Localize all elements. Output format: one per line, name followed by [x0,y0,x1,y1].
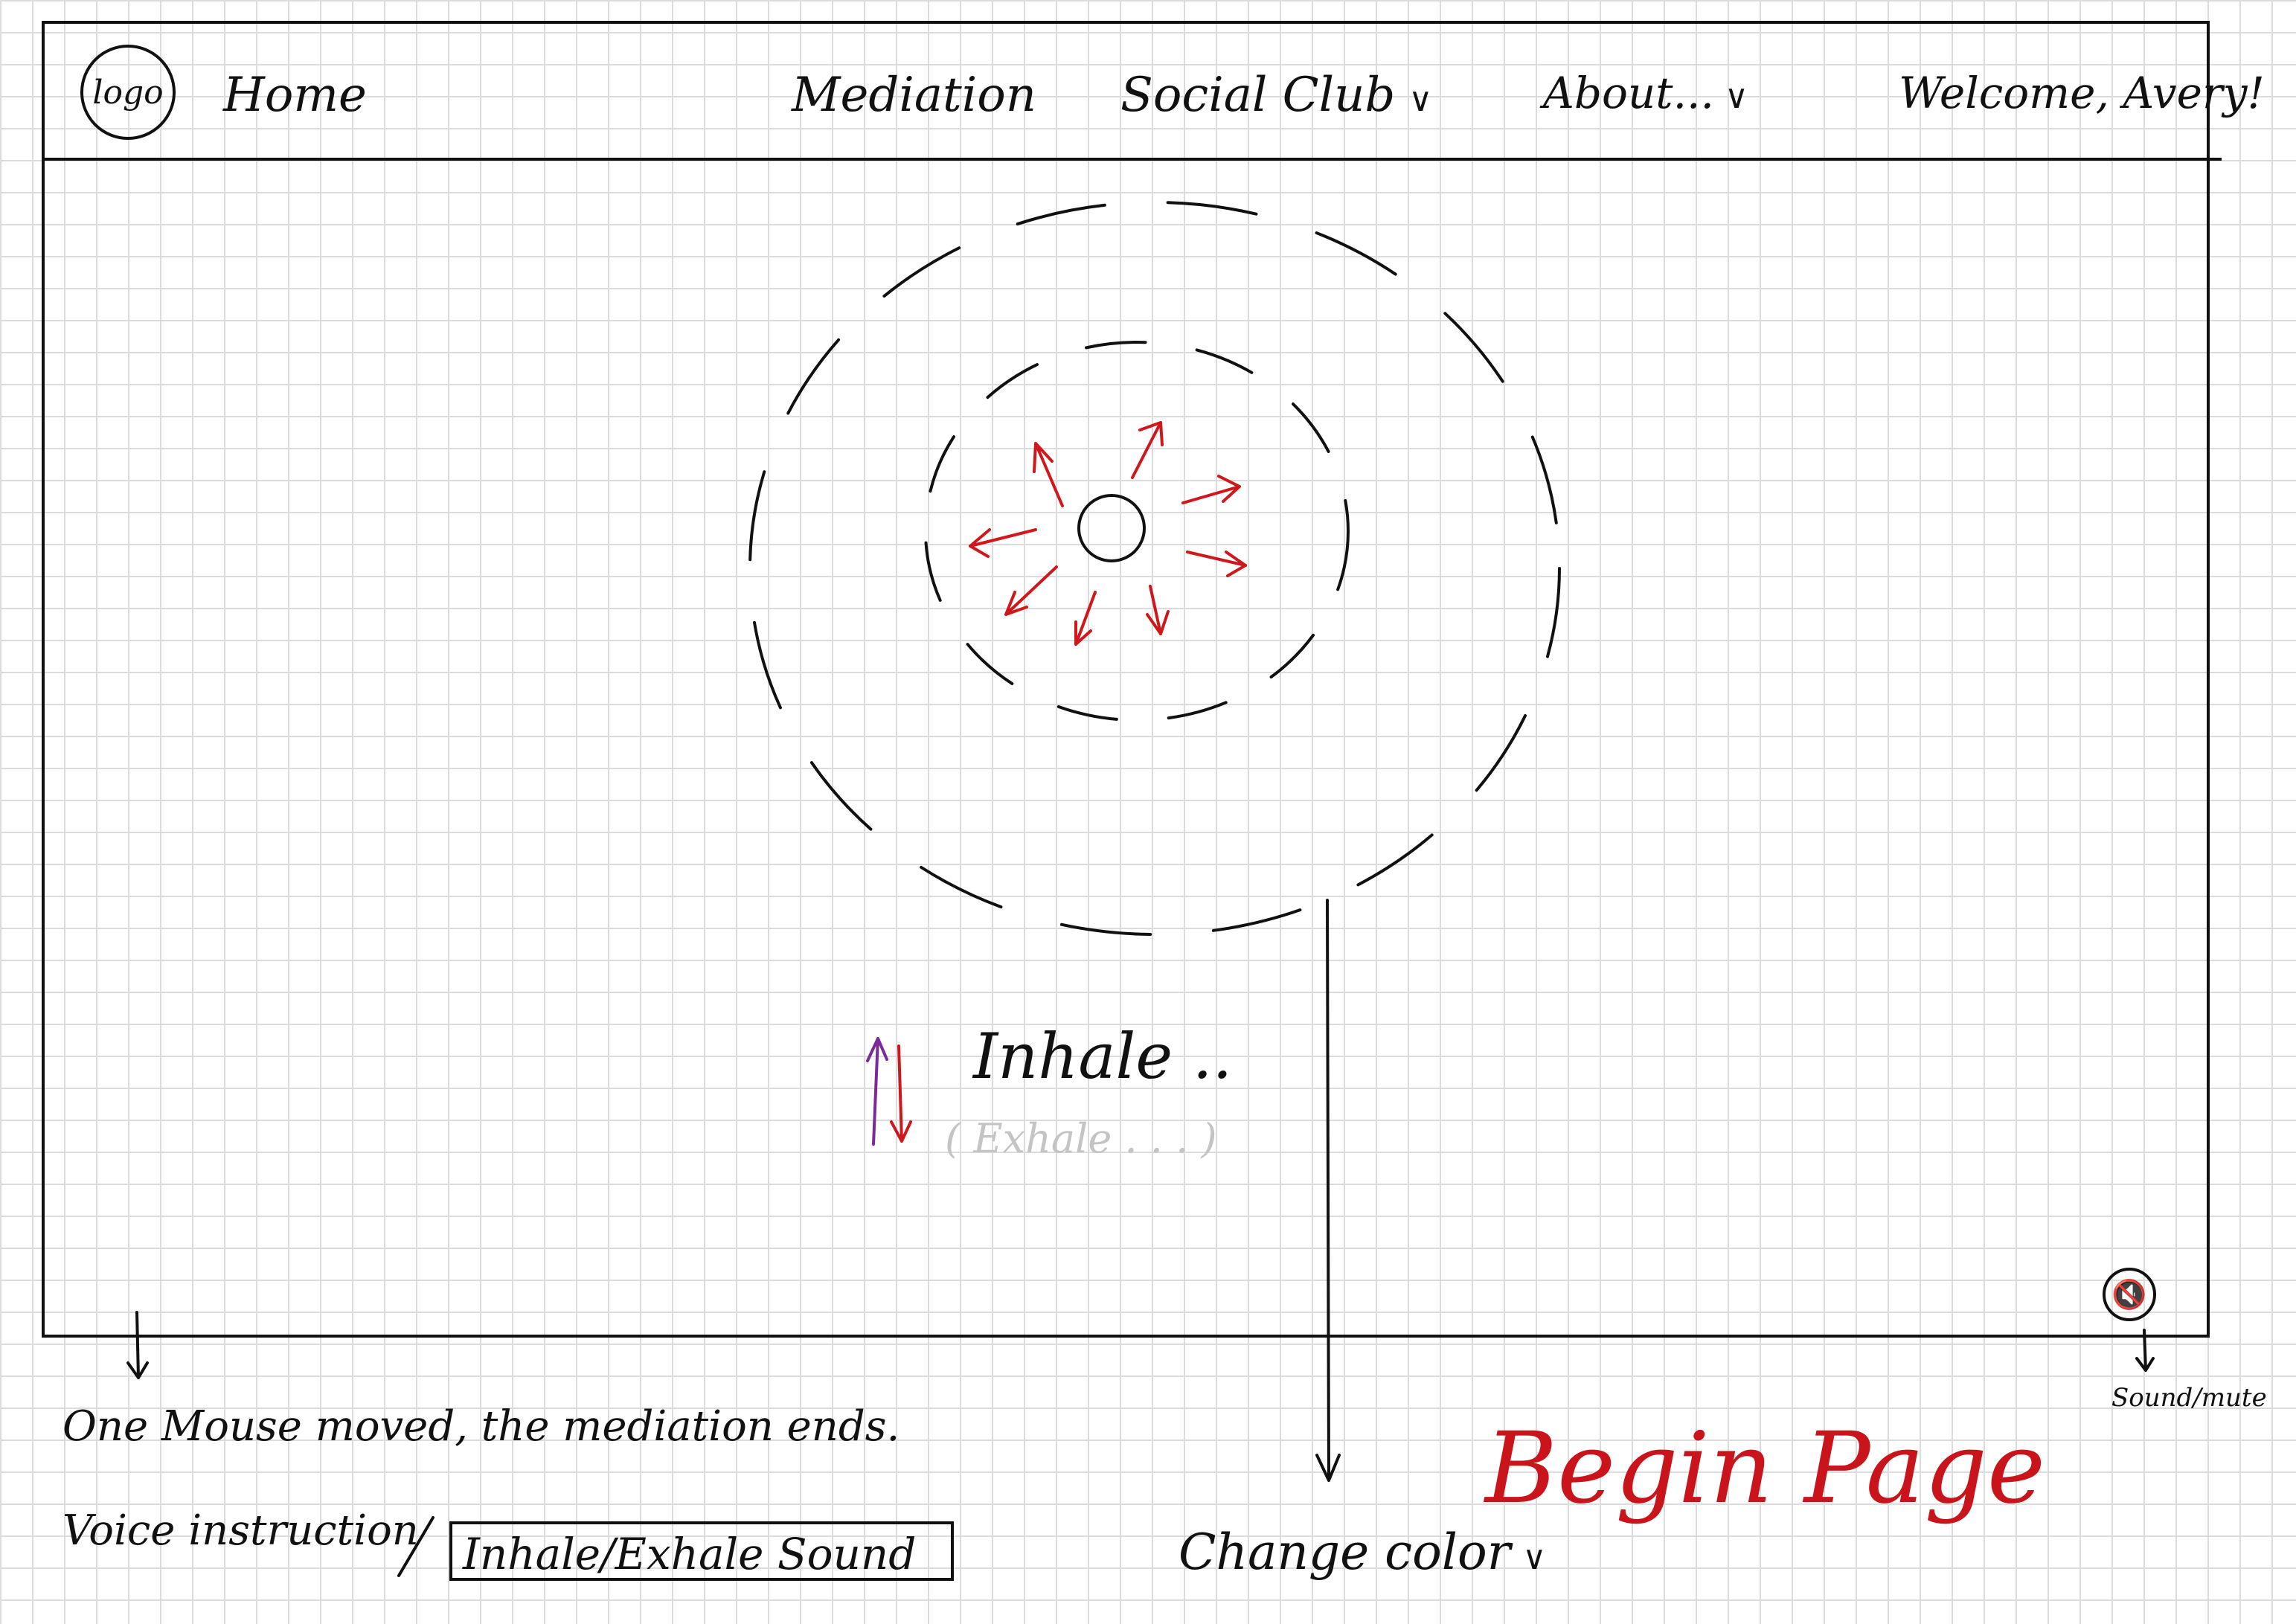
change-color-label: Change color [1179,1524,1511,1581]
chevron-down-icon: ∨ [1408,81,1433,119]
nav-about[interactable]: About... ∨ [1543,71,1748,115]
voice-instruction-field[interactable]: Inhale/Exhale Sound [449,1521,954,1581]
nav-social-club[interactable]: Social Club ∨ [1120,71,1433,119]
logo-label: logo [92,73,164,112]
sound-mute-note: Sound/mute [2111,1383,2267,1413]
exhale-label: ( Exhale . . . ) [945,1115,1217,1162]
chevron-down-icon: ∨ [1522,1539,1547,1577]
sound-mute-button[interactable]: 🔇 [2103,1268,2156,1321]
nav-about-label: About... [1543,68,1714,118]
voice-instruction-label: Voice instruction [62,1506,419,1555]
change-color-note: Change color ∨ [1179,1528,1546,1577]
nav-home[interactable]: Home [223,71,367,119]
navbar-divider [42,158,2222,161]
page-title: Begin Page [1485,1411,2046,1526]
nav-meditation[interactable]: Mediation [792,71,1036,119]
welcome-greeting: Welcome, Avery! [1899,68,2265,118]
logo[interactable]: logo [80,45,176,140]
inhale-label: Inhale .. [973,1020,1233,1093]
mouse-move-note: One Mouse moved, the mediation ends. [62,1402,900,1451]
speaker-mute-icon: 🔇 [2111,1277,2147,1311]
nav-social-club-label: Social Club [1120,68,1396,123]
chevron-down-icon: ∨ [1724,78,1749,116]
